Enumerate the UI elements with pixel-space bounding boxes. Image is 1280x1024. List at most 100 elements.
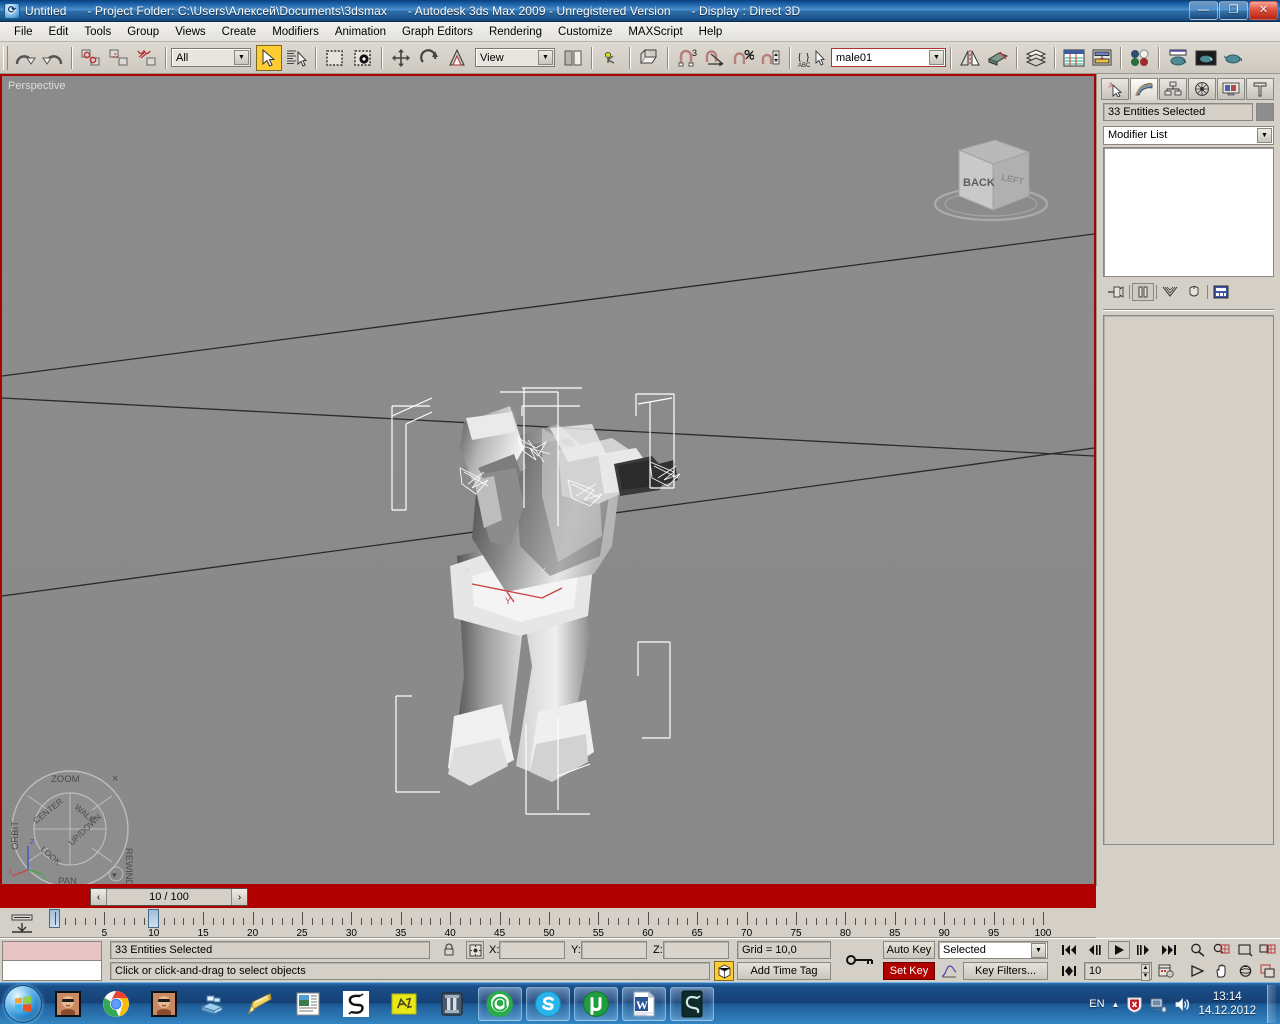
taskbar-item-notepad[interactable] — [238, 987, 282, 1021]
next-frame-icon[interactable] — [1132, 941, 1154, 959]
menu-maxscript[interactable]: MAXScript — [620, 24, 690, 40]
key-mode-toggle-icon[interactable] — [845, 943, 875, 977]
volume-icon[interactable] — [1174, 997, 1191, 1012]
align-icon[interactable] — [985, 45, 1011, 71]
minimize-button[interactable]: — — [1189, 1, 1218, 20]
adaptive-degradation-icon[interactable] — [714, 961, 734, 981]
taskbar-item-installer[interactable] — [190, 987, 234, 1021]
menu-create[interactable]: Create — [214, 24, 265, 40]
show-desktop-button[interactable] — [1267, 985, 1276, 1023]
key-mode-icon[interactable] — [1058, 962, 1080, 980]
absolute-relative-transform-icon[interactable] — [466, 941, 484, 959]
cp-tab-utilities[interactable] — [1246, 78, 1274, 100]
previous-frame-icon[interactable] — [1084, 941, 1106, 959]
toolbar-grip[interactable] — [3, 45, 8, 70]
zoom-extents-all-icon[interactable] — [1256, 941, 1278, 959]
rectangular-selection-region-icon[interactable] — [322, 45, 348, 71]
menu-tools[interactable]: Tools — [76, 24, 119, 40]
menu-help[interactable]: Help — [691, 24, 731, 40]
auto-key-button[interactable]: Auto Key — [883, 941, 935, 959]
chevron-down-icon[interactable]: ▼ — [1031, 943, 1046, 958]
current-time-marker[interactable] — [148, 909, 159, 928]
time-slider-handle[interactable]: ‹ 10 / 100 › — [90, 888, 248, 906]
pin-stack-icon[interactable] — [1105, 283, 1127, 301]
bind-to-space-warp-icon[interactable] — [134, 45, 160, 71]
taskbar-item-sublime[interactable] — [334, 987, 378, 1021]
menu-modifiers[interactable]: Modifiers — [264, 24, 327, 40]
cp-tab-display[interactable] — [1217, 78, 1245, 100]
curve-editor-icon[interactable] — [1061, 45, 1087, 71]
arc-rotate-icon[interactable] — [1234, 962, 1256, 980]
viewport-label[interactable]: Perspective — [8, 80, 65, 92]
chevron-down-icon[interactable]: ▼ — [538, 50, 553, 65]
taskbar-item-skype[interactable] — [526, 986, 570, 1021]
y-field[interactable] — [581, 941, 647, 959]
menu-animation[interactable]: Animation — [327, 24, 394, 40]
snaps-toggle-3d-icon[interactable] — [636, 45, 662, 71]
set-key-button[interactable]: Set Key — [883, 962, 935, 980]
maximize-viewport-toggle-icon[interactable] — [1256, 962, 1278, 980]
select-and-rotate-icon[interactable] — [416, 45, 442, 71]
rendered-frame-window-icon[interactable] — [1193, 45, 1219, 71]
key-filter-set-combo[interactable]: Selected ▼ — [938, 941, 1048, 959]
cp-tab-modify[interactable] — [1130, 78, 1158, 100]
menu-graph-editors[interactable]: Graph Editors — [394, 24, 481, 40]
object-name-field[interactable]: 33 Entities Selected — [1103, 103, 1253, 121]
track-bar[interactable]: 5 10 15 20 25 30 35 40 45 50 55 60 65 70 75 80 85 90 95 100 — [0, 908, 1096, 939]
lock-selection-icon[interactable] — [440, 941, 458, 959]
show-end-result-icon[interactable] — [1132, 283, 1154, 301]
add-time-tag-button[interactable]: Add Time Tag — [737, 962, 831, 980]
parameter-curve-icon[interactable] — [938, 962, 960, 980]
key-filters-button[interactable]: Key Filters... — [963, 962, 1048, 980]
time-slider-bar[interactable]: ‹ 10 / 100 › — [0, 886, 1096, 908]
object-color-swatch[interactable] — [1256, 103, 1274, 121]
goto-end-icon[interactable] — [1158, 941, 1180, 959]
pan-view-icon[interactable] — [1210, 962, 1232, 980]
spinner-snap-toggle-icon[interactable] — [758, 45, 784, 71]
network-icon[interactable] — [1150, 997, 1167, 1012]
listener-macro-line[interactable] — [3, 942, 101, 961]
x-field[interactable] — [499, 941, 565, 959]
menu-customize[interactable]: Customize — [550, 24, 620, 40]
menu-views[interactable]: Views — [167, 24, 213, 40]
select-and-scale-icon[interactable] — [444, 45, 470, 71]
edit-named-selection-sets-icon[interactable]: { } ABC — [796, 45, 830, 71]
undo-icon[interactable] — [12, 45, 38, 71]
taskbar-item-mail[interactable] — [478, 986, 522, 1021]
perspective-viewport[interactable]: Y X X Perspective BACK LEFT ZOOM PAN ORB… — [2, 76, 1094, 884]
menu-file[interactable]: File — [6, 24, 41, 40]
taskbar-item-gateway[interactable] — [430, 987, 474, 1021]
layer-manager-icon[interactable] — [1023, 45, 1049, 71]
tray-expand-icon[interactable]: ▲ — [1112, 1000, 1120, 1009]
open-mini-curve-editor-icon[interactable] — [10, 912, 34, 934]
maximize-button[interactable]: ❐ — [1219, 1, 1248, 20]
cp-tab-hierarchy[interactable] — [1159, 78, 1187, 100]
redo-icon[interactable] — [40, 45, 66, 71]
menu-rendering[interactable]: Rendering — [481, 24, 550, 40]
taskbar-item-reader[interactable] — [286, 987, 330, 1021]
cp-tab-motion[interactable] — [1188, 78, 1216, 100]
time-configuration-icon[interactable] — [1155, 962, 1177, 980]
next-frame-arrow[interactable]: › — [231, 889, 247, 905]
schematic-view-icon[interactable] — [1089, 45, 1115, 71]
taskbar-item-yellow[interactable] — [382, 987, 426, 1021]
mirror-icon[interactable] — [957, 45, 983, 71]
window-crossing-icon[interactable] — [350, 45, 376, 71]
select-and-move-icon[interactable] — [388, 45, 414, 71]
windows-start-orb-icon[interactable] — [4, 984, 42, 1023]
maxscript-mini-listener[interactable] — [2, 941, 102, 981]
command-panel-rollout-area[interactable] — [1103, 315, 1274, 845]
steering-wheel[interactable]: ZOOM PAN ORBIT REWIND CENTER WALK LOOK U… — [6, 766, 134, 884]
zoom-icon[interactable] — [1186, 941, 1208, 959]
taskbar-item-word[interactable]: W — [622, 986, 666, 1021]
zoom-extents-icon[interactable] — [1234, 941, 1256, 959]
chevron-down-icon[interactable]: ▼ — [929, 50, 944, 65]
use-center-flyout-icon[interactable] — [560, 45, 586, 71]
tray-clock[interactable]: 13:14 14.12.2012 — [1198, 990, 1256, 1018]
modifier-stack-list[interactable] — [1103, 147, 1274, 277]
modifier-list-combo[interactable]: Modifier List ▼ — [1103, 126, 1274, 145]
select-object-icon[interactable] — [256, 44, 282, 71]
taskbar-item-chrome[interactable] — [94, 987, 138, 1021]
selection-filter-combo[interactable]: All ▼ — [171, 48, 251, 67]
chevron-down-icon[interactable]: ▼ — [234, 50, 249, 65]
